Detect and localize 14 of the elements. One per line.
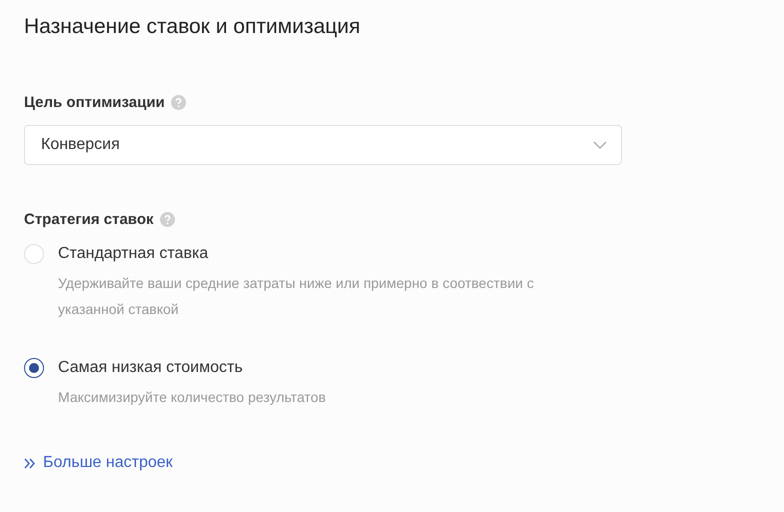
option-label: Самая низкая стоимость	[58, 358, 244, 378]
goal-select[interactable]: Конверсия	[24, 125, 622, 165]
option-description: Максимизируйте количество результатов	[58, 388, 327, 407]
help-icon[interactable]	[160, 212, 174, 227]
section-title: Назначение ставок и оптимизация	[24, 14, 362, 40]
double-chevron-icon	[24, 458, 35, 468]
option-label: Стандартная ставка	[58, 244, 210, 264]
option-description: Удерживайте ваши средние затраты ниже или примерно в соотвествии с указанной ставкой	[58, 274, 535, 319]
field-label: Стратегия ставок	[24, 211, 154, 228]
chevron-down-icon	[593, 141, 607, 149]
radio-button[interactable]	[24, 358, 44, 378]
help-icon[interactable]	[170, 95, 186, 110]
more-settings-link[interactable]: Больше настроек	[24, 454, 173, 472]
field-label: Цель оптимизации	[24, 94, 165, 111]
